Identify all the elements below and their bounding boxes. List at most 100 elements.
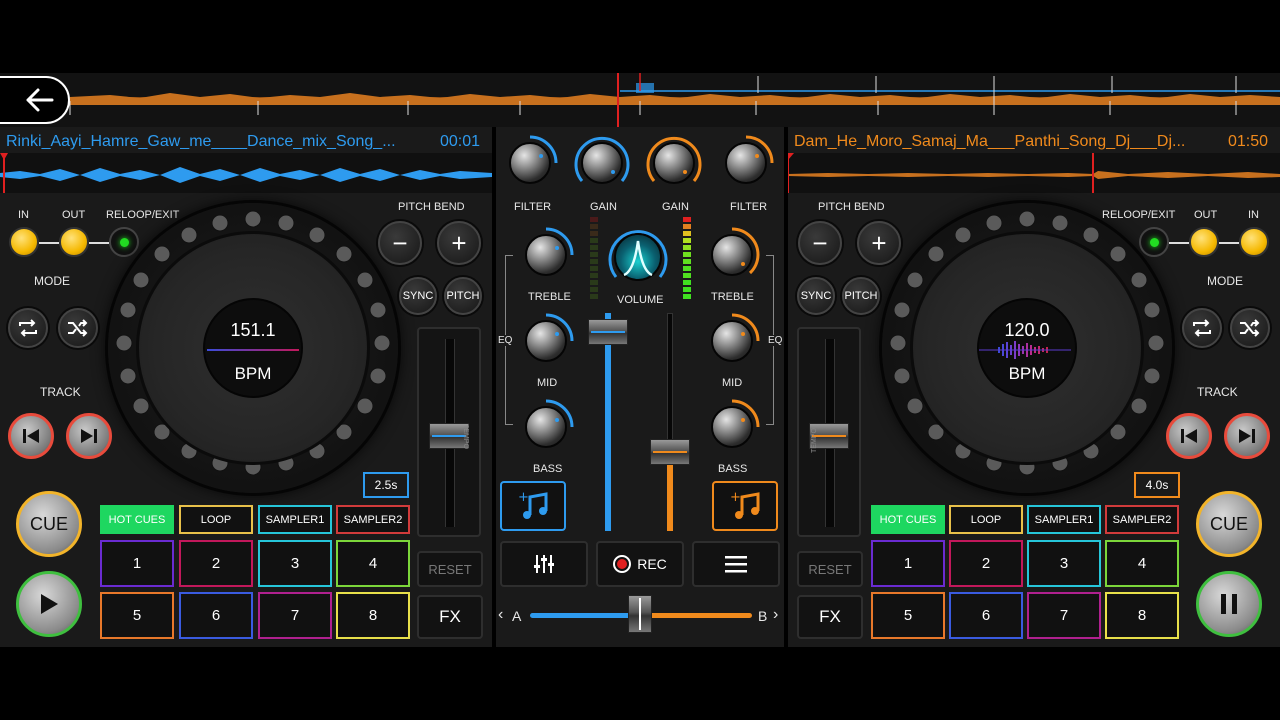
deck-a-next-track-button[interactable] xyxy=(66,413,112,459)
crossfader-handle[interactable] xyxy=(628,595,652,633)
deck-a-previous-track-button[interactable] xyxy=(8,413,54,459)
record-button[interactable]: REC xyxy=(596,541,684,587)
deck-a-pad-3[interactable]: 3 xyxy=(258,540,332,587)
deck-a-tab-loop[interactable]: LOOP xyxy=(179,505,253,534)
deck-a-out-label: OUT xyxy=(62,209,86,221)
deck-b-jog-wheel[interactable]: 120.0 BPM xyxy=(882,203,1172,493)
deck-a-pad-7[interactable]: 7 xyxy=(258,592,332,639)
deck-a-filter-knob[interactable] xyxy=(500,133,560,193)
deck-b-pitch-button[interactable]: PITCH xyxy=(842,277,880,315)
deck-b-treble-knob[interactable] xyxy=(702,225,762,285)
plus-icon: + xyxy=(451,227,467,258)
deck-b-pad-5[interactable]: 5 xyxy=(871,592,945,639)
deck-b-pad-6[interactable]: 6 xyxy=(949,592,1023,639)
deck-b-gain-knob[interactable] xyxy=(644,133,704,193)
deck-a-volume-fill xyxy=(605,313,611,531)
deck-a-pitch-bend-minus[interactable]: − xyxy=(378,221,422,265)
deck-b-pitch-bend-minus[interactable]: − xyxy=(798,221,842,265)
repeat-icon xyxy=(19,319,37,337)
deck-a-volume-handle[interactable] xyxy=(588,319,628,345)
menu-button[interactable] xyxy=(692,541,780,587)
deck-a-bass-knob[interactable] xyxy=(516,397,576,457)
deck-b-pad-2[interactable]: 2 xyxy=(949,540,1023,587)
deck-b-repeat-mode-button[interactable] xyxy=(1182,308,1222,348)
deck-a-loop-in-button[interactable] xyxy=(9,227,39,257)
deck-a-pad-6[interactable]: 6 xyxy=(179,592,253,639)
deck-a-tempo-slider[interactable]: TEMPO xyxy=(417,327,481,537)
deck-a-pad-8[interactable]: 8 xyxy=(336,592,410,639)
deck-a-gain-label: GAIN xyxy=(590,201,617,213)
crossfader[interactable] xyxy=(530,595,752,633)
deck-b-tab-sampler2[interactable]: SAMPLER2 xyxy=(1105,505,1179,534)
deck-b-loop-out-button[interactable] xyxy=(1189,227,1219,257)
overview-waveform[interactable] xyxy=(0,73,1280,127)
deck-a-loop-out-button[interactable] xyxy=(59,227,89,257)
deck-b-pad-3[interactable]: 3 xyxy=(1027,540,1101,587)
deck-b-tab-loop[interactable]: LOOP xyxy=(949,505,1023,534)
deck-b-pause-button[interactable] xyxy=(1196,571,1262,637)
deck-a-tab-sampler2[interactable]: SAMPLER2 xyxy=(336,505,410,534)
deck-a-treble-knob[interactable] xyxy=(516,225,576,285)
deck-a-play-button[interactable] xyxy=(16,571,82,637)
deck-b-cue-button[interactable]: CUE xyxy=(1196,491,1262,557)
deck-a-waveform[interactable] xyxy=(0,153,492,193)
deck-b-pad-4[interactable]: 4 xyxy=(1105,540,1179,587)
deck-b-tempo-slider[interactable]: TEMPO xyxy=(797,327,861,537)
deck-b-loop-link-2 xyxy=(1219,242,1239,244)
deck-b-waveform[interactable] xyxy=(788,153,1280,193)
equalizer-settings-button[interactable] xyxy=(500,541,588,587)
deck-a-load-music-button[interactable]: + xyxy=(500,481,566,531)
deck-b-volume-fader[interactable] xyxy=(648,313,692,533)
deck-a-loop-time[interactable]: 2.5s xyxy=(363,472,409,498)
deck-a-gain-knob[interactable] xyxy=(572,133,632,193)
deck-b-reset-button[interactable]: RESET xyxy=(797,551,863,587)
back-button[interactable] xyxy=(0,76,70,124)
deck-b-pad-1[interactable]: 1 xyxy=(871,540,945,587)
deck-a-fx-button[interactable]: FX xyxy=(417,595,483,639)
deck-a-tab-hot-cues[interactable]: HOT CUES xyxy=(100,505,174,534)
deck-b-loop-time[interactable]: 4.0s xyxy=(1134,472,1180,498)
deck-a-mid-knob[interactable] xyxy=(516,311,576,371)
deck-a-volume-fader[interactable] xyxy=(586,313,630,533)
deck-b-reloop-label: RELOOP/EXIT xyxy=(1102,209,1176,221)
deck-a-pad-2[interactable]: 2 xyxy=(179,540,253,587)
deck-b-volume-handle[interactable] xyxy=(650,439,690,465)
crossfader-right-chevron-icon: › xyxy=(773,606,779,623)
deck-a-pitch-bend-plus[interactable]: + xyxy=(437,221,481,265)
deck-b-next-track-button[interactable] xyxy=(1224,413,1270,459)
deck-a-repeat-mode-button[interactable] xyxy=(8,308,48,348)
deck-b-fx-button[interactable]: FX xyxy=(797,595,863,639)
knob-face xyxy=(525,406,567,448)
deck-b-reloop-button[interactable] xyxy=(1139,227,1169,257)
deck-a-sync-button[interactable]: SYNC xyxy=(399,277,437,315)
deck-b-cue-label: CUE xyxy=(1209,513,1248,534)
deck-b-loop-in-button[interactable] xyxy=(1239,227,1269,257)
deck-b-pad-7[interactable]: 7 xyxy=(1027,592,1101,639)
deck-a-cue-button[interactable]: CUE xyxy=(16,491,82,557)
deck-a-reset-button[interactable]: RESET xyxy=(417,551,483,587)
knob-face xyxy=(581,142,623,184)
deck-a-pad-5[interactable]: 5 xyxy=(100,592,174,639)
dj-app: Rinki_Aayi_Hamre_Gaw_me____Dance_mix_Son… xyxy=(0,73,1280,647)
deck-b-tab-sampler1[interactable]: SAMPLER1 xyxy=(1027,505,1101,534)
deck-b-load-music-button[interactable]: + xyxy=(712,481,778,531)
deck-a-pad-4[interactable]: 4 xyxy=(336,540,410,587)
deck-a-pad-1[interactable]: 1 xyxy=(100,540,174,587)
deck-b-sync-button[interactable]: SYNC xyxy=(797,277,835,315)
deck-b-shuffle-mode-button[interactable] xyxy=(1230,308,1270,348)
deck-b-tab-hot-cues[interactable]: HOT CUES xyxy=(871,505,945,534)
skip-previous-icon xyxy=(23,429,39,443)
deck-b-previous-track-button[interactable] xyxy=(1166,413,1212,459)
knob-indicator xyxy=(555,246,559,250)
deck-b-pad-8[interactable]: 8 xyxy=(1105,592,1179,639)
deck-b-filter-knob[interactable] xyxy=(716,133,776,193)
master-volume-knob[interactable] xyxy=(606,225,670,289)
deck-b-bass-knob[interactable] xyxy=(702,397,762,457)
deck-a-jog-wheel[interactable]: 151.1 BPM xyxy=(108,203,398,493)
deck-a-tab-sampler2-label: SAMPLER2 xyxy=(343,513,403,526)
deck-a-title: Rinki_Aayi_Hamre_Gaw_me____Dance_mix_Son… xyxy=(6,133,396,150)
deck-a-shuffle-mode-button[interactable] xyxy=(58,308,98,348)
deck-a-tab-sampler1[interactable]: SAMPLER1 xyxy=(258,505,332,534)
deck-b-mid-knob[interactable] xyxy=(702,311,762,371)
deck-a-pitch-button[interactable]: PITCH xyxy=(444,277,482,315)
